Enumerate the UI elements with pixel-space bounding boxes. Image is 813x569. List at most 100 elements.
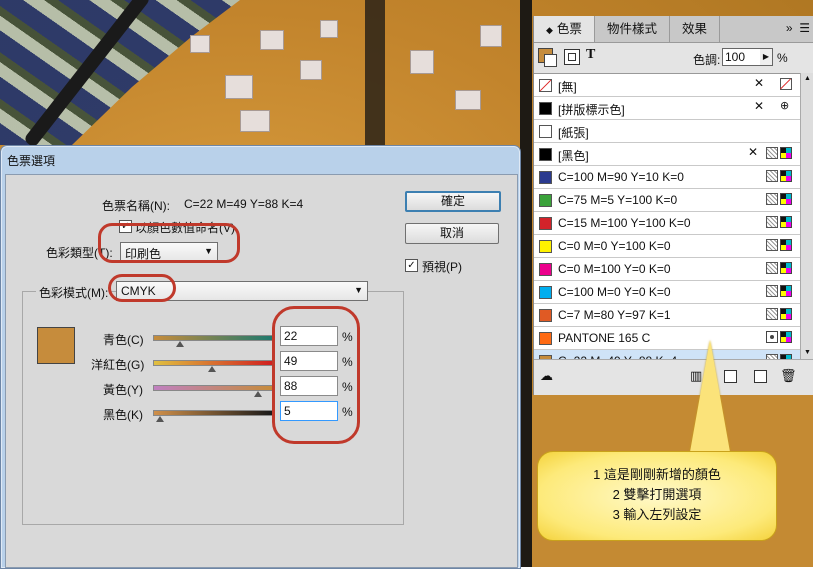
registration-icon: ⊕ [780, 100, 790, 112]
swatch-chip [539, 102, 552, 115]
swatches-bottom-bar: ☁ ▥ ▤ 🗑 [534, 359, 813, 395]
background-tile [190, 35, 210, 53]
swatches-toolbar: T 色調: 100 ▶ % [534, 43, 813, 73]
swatch-name: [拼版標示色] [558, 103, 625, 117]
swatch-name: PANTONE 165 C [558, 331, 651, 345]
locked-icon: ✕ [748, 145, 759, 159]
swatch-chip [539, 263, 552, 276]
annotation-ring-color-type [98, 223, 240, 263]
swatch-chip [539, 148, 552, 161]
panel-tabs: ◆ 色票 物件樣式 效果 » ☰ [534, 16, 813, 43]
magenta-slider[interactable] [153, 360, 273, 372]
swatch-name: [無] [558, 80, 577, 94]
fill-stroke-icon[interactable] [538, 48, 558, 68]
swatch-list: [無] ✕ [拼版標示色] ✕ ⊕ [紙張] [黑色] ✕ C=100 M=90… [534, 73, 800, 373]
callout-line-3: 3 輸入左列設定 [612, 507, 702, 522]
tab-object-styles[interactable]: 物件樣式 [595, 16, 670, 42]
swatch-row[interactable]: C=0 M=100 Y=0 K=0 [534, 258, 800, 281]
yellow-slider-thumb[interactable] [253, 391, 262, 397]
process-color-icon [766, 262, 778, 274]
process-color-icon [766, 147, 778, 159]
tint-unit: % [777, 51, 788, 65]
swatch-chip [539, 309, 552, 322]
cyan-slider-thumb[interactable] [175, 341, 184, 347]
chevron-down-icon: ▼ [354, 285, 363, 295]
swatch-row[interactable]: C=7 M=80 Y=97 K=1 [534, 304, 800, 327]
scroll-down-icon[interactable]: ▼ [801, 347, 813, 359]
black-label: 黑色(K) [103, 408, 143, 422]
swatch-name: C=0 M=100 Y=0 K=0 [558, 262, 671, 276]
preview-checkbox[interactable]: ✓ [405, 259, 418, 272]
yellow-label: 黃色(Y) [103, 383, 143, 397]
swatch-chip [539, 194, 552, 207]
black-slider-thumb[interactable] [155, 416, 164, 422]
swatch-row[interactable]: C=15 M=100 Y=100 K=0 [534, 212, 800, 235]
swatch-chip [539, 79, 552, 92]
formatting-container-icon[interactable] [564, 49, 580, 65]
tab-object-styles-label: 物件樣式 [606, 22, 657, 36]
background-road-2 [365, 0, 385, 150]
annotation-ring-color-mode [108, 274, 176, 302]
tab-expand-icon: ◆ [546, 25, 553, 35]
cmyk-icon [780, 331, 792, 343]
cyan-slider[interactable] [153, 335, 273, 347]
dialog-title: 色票選項 [7, 154, 56, 168]
swatch-chip [539, 332, 552, 345]
cyan-label: 青色(C) [103, 333, 144, 347]
cancel-button[interactable]: 取消 [405, 223, 499, 244]
swatch-chip [539, 217, 552, 230]
swatch-name: C=75 M=5 Y=100 K=0 [558, 193, 678, 207]
swatch-name: [紙張] [558, 126, 589, 140]
spot-color-icon [766, 331, 778, 343]
callout-line-2: 2 雙擊打開選項 [612, 487, 702, 502]
tint-label: 色調: [693, 53, 721, 67]
swatch-row[interactable]: C=75 M=5 Y=100 K=0 [534, 189, 800, 212]
magenta-slider-thumb[interactable] [207, 366, 216, 372]
annotation-ring-values [272, 306, 360, 444]
tab-swatches-label: 色票 [556, 22, 582, 36]
preview-label: 預視(P) [422, 260, 462, 274]
formatting-text-icon[interactable]: T [586, 47, 595, 63]
swatch-list-scrollbar[interactable]: ▲ ▼ [800, 73, 813, 359]
swatch-name: C=7 M=80 Y=97 K=1 [558, 308, 671, 322]
tab-swatches[interactable]: ◆ 色票 [534, 16, 595, 42]
tab-effects-label: 效果 [681, 22, 707, 36]
ok-button[interactable]: 確定 [405, 191, 501, 212]
instruction-callout: 1 這是剛剛新增的顏色 2 雙擊打開選項 3 輸入左列設定 [537, 451, 777, 541]
process-color-icon [766, 170, 778, 182]
swatch-row-black[interactable]: [黑色] ✕ [534, 143, 800, 166]
swatch-name: C=100 M=0 Y=0 K=0 [558, 285, 671, 299]
cmyk-icon [780, 308, 792, 320]
swatch-options-dialog: 色票選項 色票名稱(N): C=22 M=49 Y=88 K=4 ✓ 以顏色數值… [0, 145, 521, 569]
swatch-name: C=15 M=100 Y=100 K=0 [558, 216, 691, 230]
cc-libraries-icon[interactable]: ☁ [540, 369, 553, 383]
tint-dropdown-icon[interactable]: ▶ [760, 48, 773, 66]
new-swatch-icon[interactable] [754, 370, 767, 383]
cmyk-icon [780, 262, 792, 274]
delete-swatch-icon[interactable]: 🗑 [780, 369, 797, 383]
swatch-row[interactable]: C=100 M=90 Y=10 K=0 [534, 166, 800, 189]
cmyk-icon [780, 285, 792, 297]
swatch-chip [539, 240, 552, 253]
swatch-row[interactable]: PANTONE 165 C [534, 327, 800, 350]
swatch-row-none[interactable]: [無] ✕ [534, 74, 800, 97]
none-icon [780, 78, 792, 90]
swatch-name-value[interactable]: C=22 M=49 Y=88 K=4 [184, 197, 303, 211]
panel-menu-icon[interactable]: » ☰ [786, 16, 810, 40]
background-tile [240, 110, 270, 132]
cmyk-icon [780, 193, 792, 205]
process-color-icon [766, 193, 778, 205]
swatch-row[interactable]: C=100 M=0 Y=0 K=0 [534, 281, 800, 304]
swatch-chip [539, 125, 552, 138]
background-tile [455, 90, 481, 110]
black-slider[interactable] [153, 410, 273, 422]
swatch-row[interactable]: C=0 M=0 Y=100 K=0 [534, 235, 800, 258]
swatch-name: C=0 M=0 Y=100 K=0 [558, 239, 671, 253]
swatch-row-registration[interactable]: [拼版標示色] ✕ ⊕ [534, 97, 800, 120]
tab-effects[interactable]: 效果 [670, 16, 720, 42]
stroke-swatch-icon [544, 54, 557, 67]
swatch-row-paper[interactable]: [紙張] [534, 120, 800, 143]
scroll-up-icon[interactable]: ▲ [801, 73, 813, 85]
cmyk-icon [780, 216, 792, 228]
yellow-slider[interactable] [153, 385, 273, 397]
